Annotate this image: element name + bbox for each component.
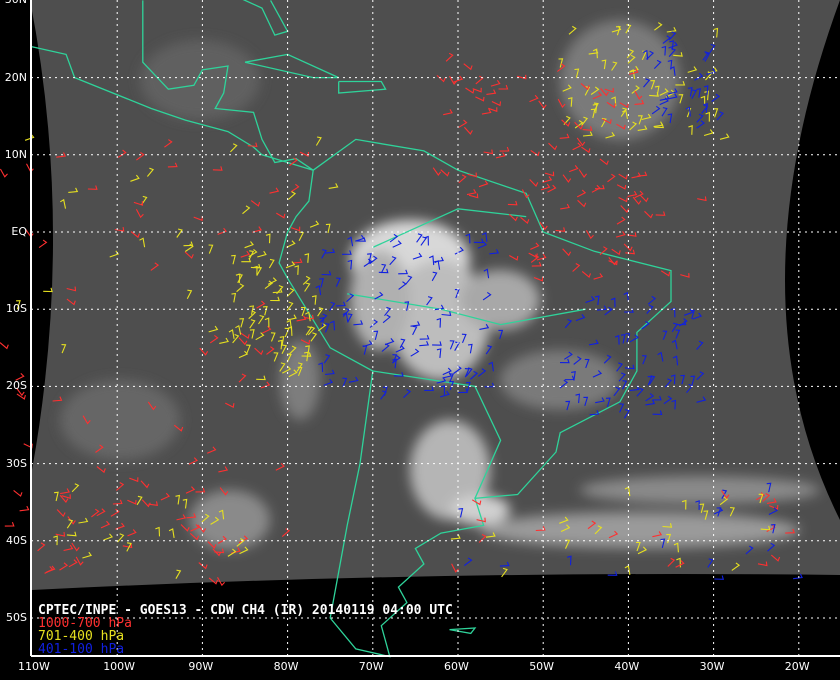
lon-label: 40W [614,660,640,673]
lon-label: 60W [444,660,469,673]
cloud [580,476,820,504]
lat-label: 10S [6,302,27,316]
cloud [350,250,410,350]
lon-label: 30W [699,660,725,673]
cloud [460,270,540,330]
lat-label: 30N [5,0,27,6]
satellite-wind-map [0,0,840,680]
legend-high-level: 401-100 hPa [38,642,125,657]
lon-label: 80W [273,660,299,673]
lat-label: 10N [4,147,27,161]
cloud [560,20,680,140]
lon-label: 90W [188,660,214,673]
lon-label: 110W [18,660,50,673]
lat-label: 20S [6,379,27,393]
lon-label: 50W [529,660,555,673]
lat-label: 20N [4,70,27,84]
lon-label: 20W [784,660,810,673]
lat-label: 30S [6,456,27,470]
lat-label: 40S [6,533,27,547]
lat-label: 50S [6,611,27,624]
cloud [140,40,260,120]
lon-label: 100W [103,660,136,673]
lon-label: 70W [358,660,384,673]
cloud [280,340,320,420]
lat-label: EQ [11,225,27,238]
cloud [60,380,180,460]
